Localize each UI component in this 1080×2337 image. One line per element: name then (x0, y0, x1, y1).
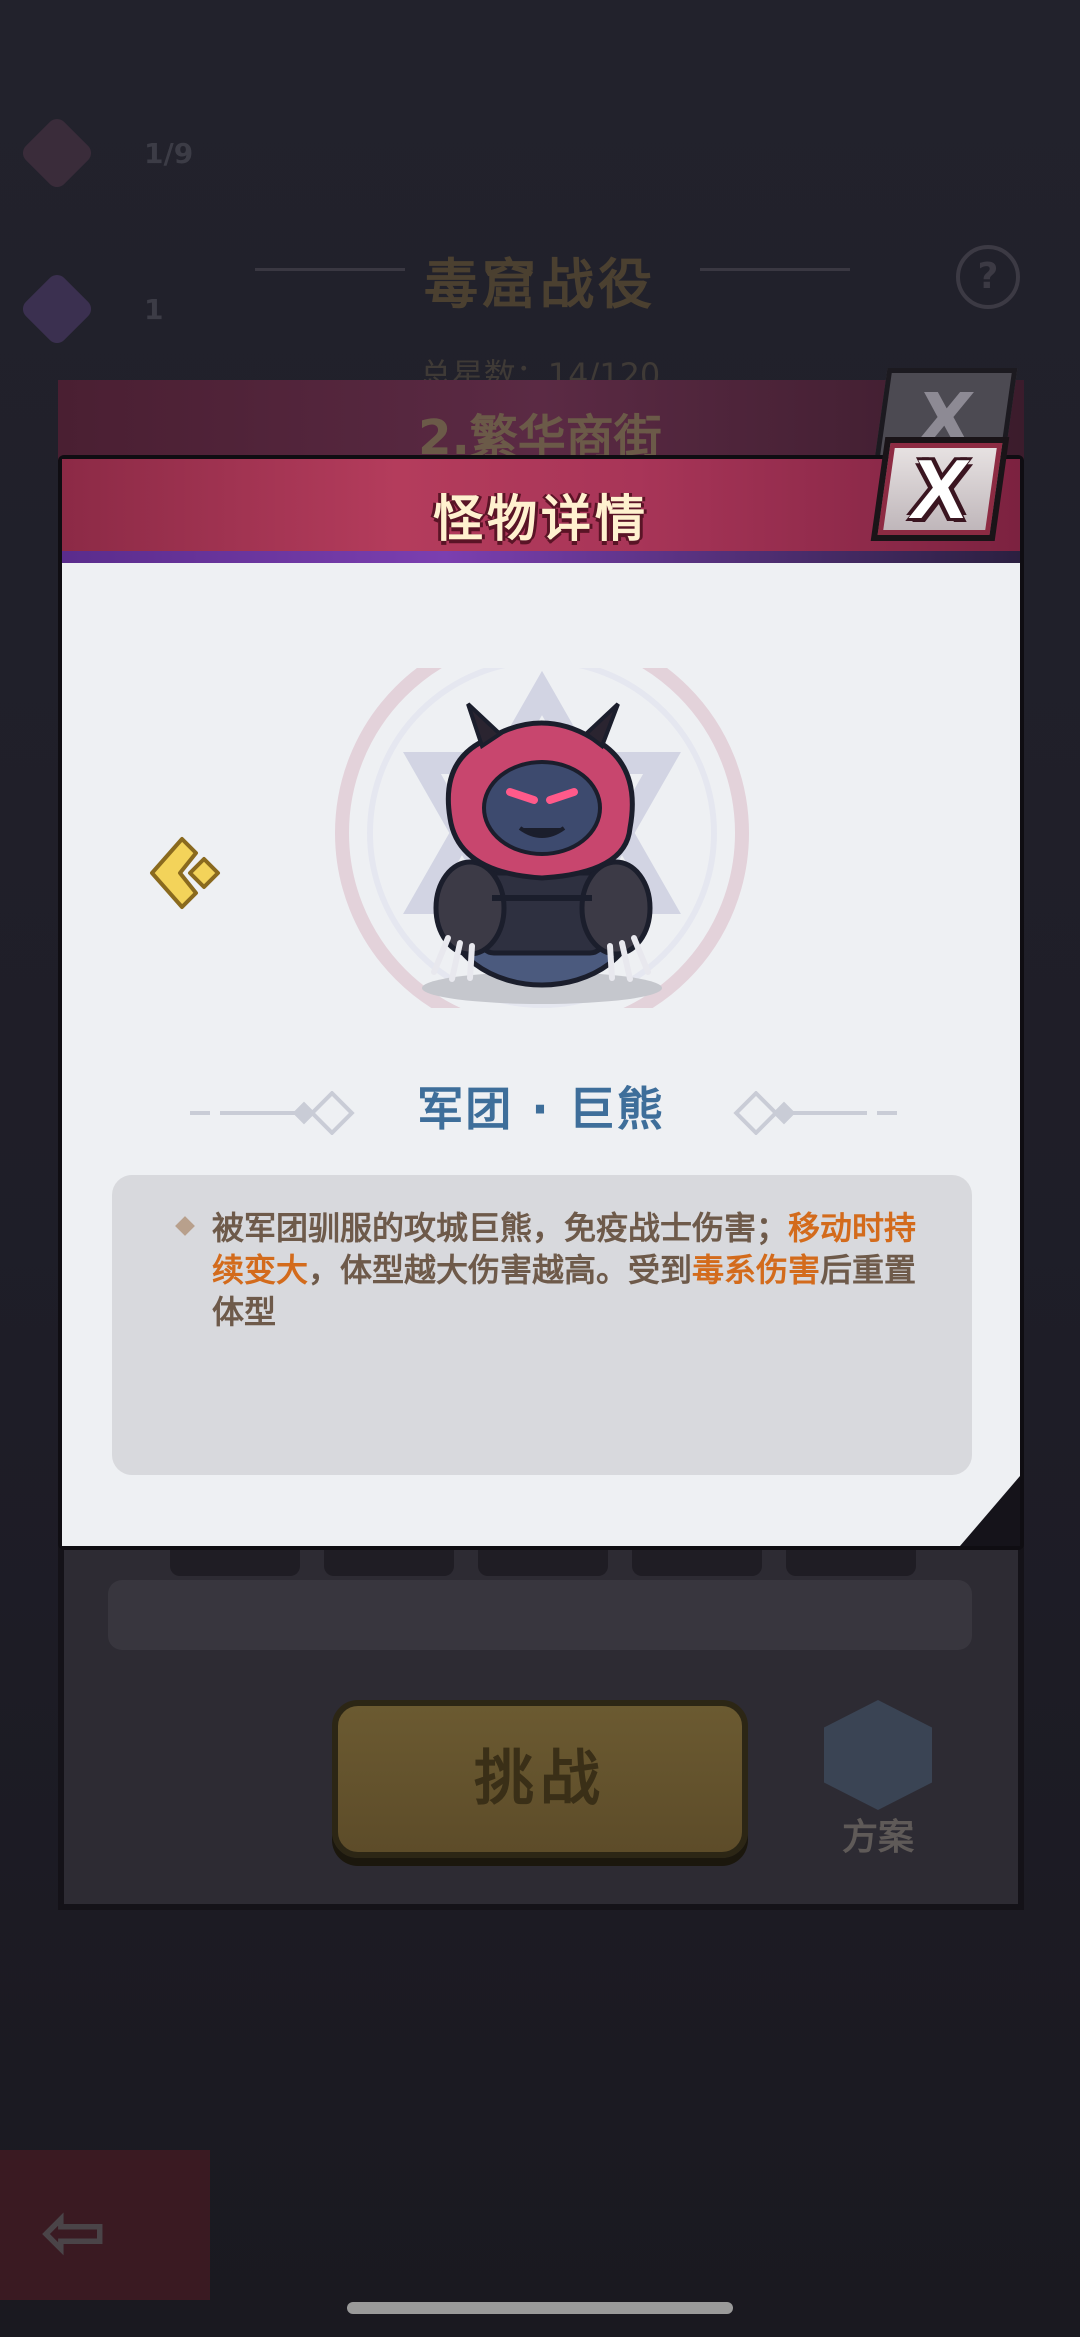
chevron-left-icon (150, 837, 220, 909)
home-indicator (347, 2302, 733, 2314)
ticket-icon (18, 114, 96, 192)
close-icon: X (905, 442, 975, 536)
plan-button[interactable]: 方案 (818, 1700, 938, 1857)
resource-ticket: 1/9 (18, 114, 194, 192)
prev-monster-button[interactable] (144, 833, 224, 913)
description-part: 被军团驯服的攻城巨熊，免疫战士伤害； (212, 1209, 789, 1247)
description-highlight: 毒系伤害 (692, 1251, 821, 1289)
event-title: 毒窟战役 (424, 253, 656, 316)
plan-icon (824, 1700, 932, 1810)
monster-detail-modal: 怪物详情 X 军团 · 巨熊 被军团驯服的攻城巨熊，免疫战士伤害；移动时持续变大… (58, 437, 1024, 1550)
bullet-icon (175, 1216, 195, 1236)
description-box: 被军团驯服的攻城巨熊，免疫战士伤害；移动时持续变大，体型越大伤害越高。受到毒系伤… (112, 1175, 972, 1475)
challenge-button[interactable]: 挑战 (332, 1700, 748, 1858)
bear-monster (431, 702, 653, 988)
description-part: ，体型越大伤害越高。受到 (308, 1251, 693, 1289)
close-button[interactable]: X (870, 437, 1010, 541)
modal-body: 军团 · 巨熊 被军团驯服的攻城巨熊，免疫战士伤害；移动时持续变大，体型越大伤害… (62, 563, 1020, 1546)
back-arrow-icon[interactable]: ⇦ (40, 2185, 107, 2278)
info-strip (108, 1580, 972, 1650)
help-icon[interactable]: ? (956, 245, 1020, 309)
description-text: 被军团驯服的攻城巨熊，免疫战士伤害；移动时持续变大，体型越大伤害越高。受到毒系伤… (212, 1207, 936, 1333)
monster-portrait (330, 626, 770, 1040)
resource-ticket-value: 1/9 (144, 136, 194, 170)
plan-label: 方案 (841, 1816, 914, 1857)
name-divider-right (733, 1091, 897, 1135)
